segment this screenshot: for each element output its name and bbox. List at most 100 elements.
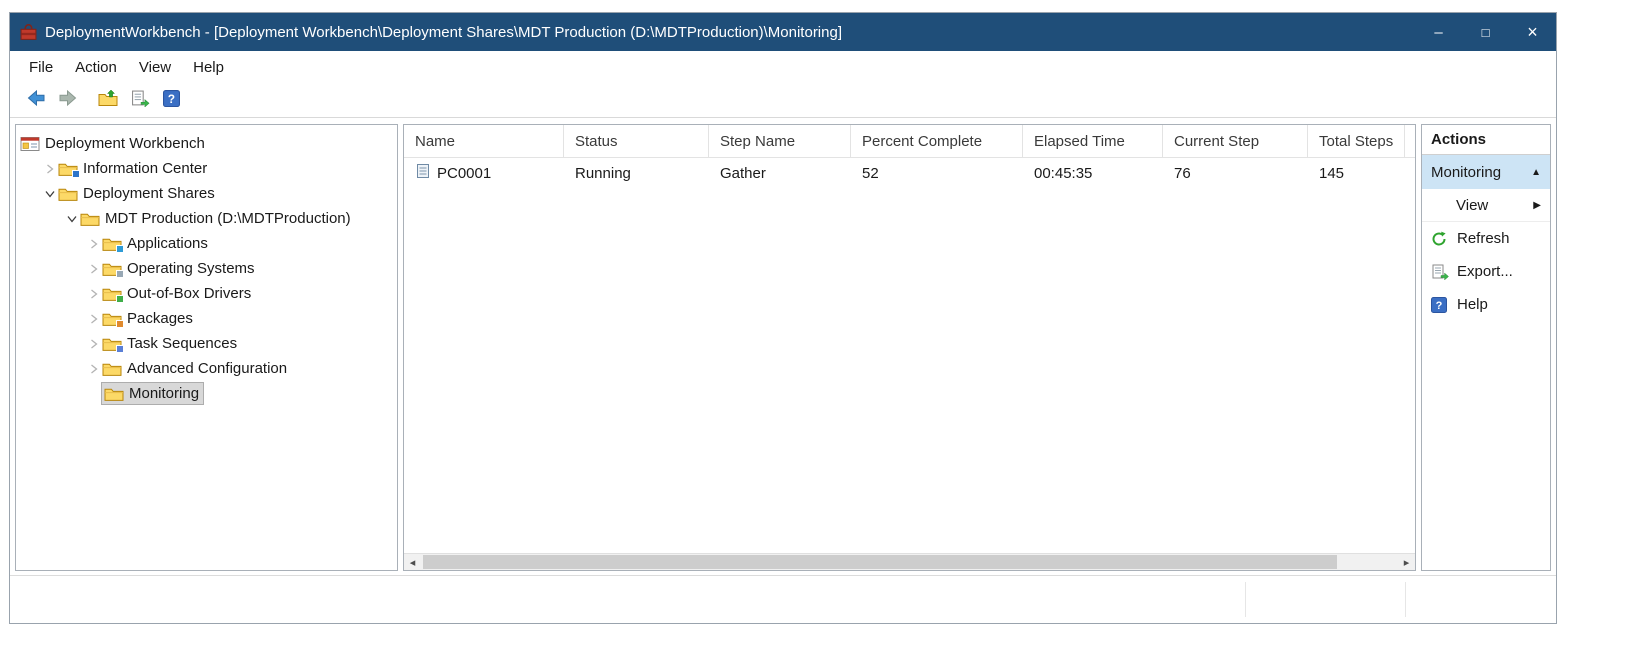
- back-icon: [26, 88, 46, 113]
- actions-group-monitoring[interactable]: Monitoring ▲: [1422, 155, 1550, 189]
- workbench-root-icon: [20, 136, 40, 152]
- menu-action[interactable]: Action: [64, 54, 128, 81]
- chevron-right-icon[interactable]: [85, 360, 102, 377]
- table-row[interactable]: PC0001 Running Gather 52 00:45:35 76 145: [404, 158, 1415, 188]
- action-help[interactable]: Help: [1422, 288, 1550, 321]
- forward-button[interactable]: [54, 87, 81, 114]
- tree-item-monitoring[interactable]: Monitoring: [16, 381, 397, 406]
- tree-item-advanced-configuration[interactable]: Advanced Configuration: [16, 356, 397, 381]
- window-title: DeploymentWorkbench - [Deployment Workbe…: [45, 24, 1415, 41]
- action-view[interactable]: View ▶: [1422, 189, 1550, 222]
- up-one-level-button[interactable]: [94, 87, 121, 114]
- cell-status: Running: [564, 165, 709, 182]
- column-header-current-step[interactable]: Current Step: [1163, 125, 1308, 157]
- scroll-left-icon[interactable]: ◂: [404, 554, 421, 570]
- tree-item-deployment-workbench[interactable]: Deployment Workbench: [16, 131, 397, 156]
- export-icon: [1431, 263, 1450, 280]
- packages-badge-icon: [116, 320, 124, 328]
- actions-pane-title: Actions: [1422, 125, 1550, 155]
- console-tree-pane: Deployment Workbench Information Center …: [15, 124, 398, 571]
- column-header-step-name[interactable]: Step Name: [709, 125, 851, 157]
- cell-percent-complete: 52: [851, 165, 1023, 182]
- tree-item-applications[interactable]: Applications: [16, 231, 397, 256]
- chevron-down-icon[interactable]: [63, 210, 80, 227]
- cell-step-name: Gather: [709, 165, 851, 182]
- list-body: PC0001 Running Gather 52 00:45:35 76 145: [404, 158, 1415, 553]
- window-controls: – □ ×: [1415, 13, 1556, 51]
- list-header: Name Status Step Name Percent Complete E…: [404, 125, 1415, 158]
- close-button[interactable]: ×: [1509, 13, 1556, 51]
- chevron-right-icon[interactable]: [85, 235, 102, 252]
- status-bar-divider: [1245, 582, 1246, 617]
- tree-item-deployment-shares[interactable]: Deployment Shares: [16, 181, 397, 206]
- action-refresh-label: Refresh: [1457, 230, 1510, 247]
- submenu-arrow-icon: ▶: [1533, 200, 1541, 211]
- cell-total-steps: 145: [1308, 165, 1405, 182]
- action-export-label: Export...: [1457, 263, 1513, 280]
- app-window: DeploymentWorkbench - [Deployment Workbe…: [9, 12, 1557, 624]
- horizontal-scrollbar[interactable]: ◂ ▸: [404, 553, 1415, 570]
- desktop-background: DeploymentWorkbench - [Deployment Workbe…: [0, 0, 1651, 655]
- help-button[interactable]: [158, 87, 185, 114]
- tree-item-operating-systems[interactable]: Operating Systems: [16, 256, 397, 281]
- chevron-right-icon[interactable]: [41, 160, 58, 177]
- chevron-right-icon[interactable]: [85, 285, 102, 302]
- action-help-label: Help: [1457, 296, 1488, 313]
- results-pane: Name Status Step Name Percent Complete E…: [403, 124, 1416, 571]
- status-bar: [10, 575, 1556, 623]
- action-export[interactable]: Export...: [1422, 255, 1550, 288]
- chevron-right-icon[interactable]: [85, 310, 102, 327]
- computer-report-icon: [415, 163, 431, 183]
- maximize-button[interactable]: □: [1462, 13, 1509, 51]
- task-sequences-badge-icon: [116, 345, 124, 353]
- actions-pane: Actions Monitoring ▲ View ▶ Refresh Expo…: [1421, 124, 1551, 571]
- status-bar-divider: [1405, 582, 1406, 617]
- menu-help[interactable]: Help: [182, 54, 235, 81]
- applications-folder-icon: [102, 236, 122, 252]
- minimize-icon: –: [1434, 24, 1442, 41]
- scrollbar-thumb[interactable]: [423, 555, 1337, 569]
- column-header-percent-complete[interactable]: Percent Complete: [851, 125, 1023, 157]
- column-header-elapsed-time[interactable]: Elapsed Time: [1023, 125, 1163, 157]
- toolbar: [10, 84, 1556, 118]
- app-icon: [20, 24, 37, 41]
- tree-item-task-sequences[interactable]: Task Sequences: [16, 331, 397, 356]
- tree-item-information-center[interactable]: Information Center: [16, 156, 397, 181]
- cell-elapsed-time: 00:45:35: [1023, 165, 1163, 182]
- tree-item-packages[interactable]: Packages: [16, 306, 397, 331]
- back-button[interactable]: [22, 87, 49, 114]
- column-header-name[interactable]: Name: [404, 125, 564, 157]
- forward-icon: [58, 88, 78, 113]
- refresh-icon: [1431, 230, 1450, 247]
- task-sequences-folder-icon: [102, 336, 122, 352]
- menu-file[interactable]: File: [18, 54, 64, 81]
- information-center-icon: [58, 161, 78, 177]
- cell-current-step: 76: [1163, 165, 1308, 182]
- close-icon: ×: [1527, 22, 1538, 43]
- chevron-down-icon[interactable]: [41, 185, 58, 202]
- action-refresh[interactable]: Refresh: [1422, 222, 1550, 255]
- export-button[interactable]: [126, 87, 153, 114]
- maximize-icon: □: [1482, 25, 1490, 40]
- applications-badge-icon: [116, 245, 124, 253]
- menu-view[interactable]: View: [128, 54, 182, 81]
- minimize-button[interactable]: –: [1415, 13, 1462, 51]
- help-icon: [163, 90, 180, 112]
- chevron-right-icon[interactable]: [85, 335, 102, 352]
- expander-placeholder: [85, 385, 102, 402]
- main-content: Deployment Workbench Information Center …: [10, 118, 1556, 575]
- operating-systems-badge-icon: [116, 270, 124, 278]
- scroll-right-icon[interactable]: ▸: [1398, 554, 1415, 570]
- collapse-group-icon[interactable]: ▲: [1531, 167, 1541, 178]
- column-header-total-steps[interactable]: Total Steps: [1308, 125, 1405, 157]
- tree-item-out-of-box-drivers[interactable]: Out-of-Box Drivers: [16, 281, 397, 306]
- chevron-right-icon[interactable]: [85, 260, 102, 277]
- export-icon: [130, 90, 150, 112]
- cell-name: PC0001: [404, 163, 564, 183]
- action-view-label: View: [1456, 197, 1488, 214]
- tree-item-mdt-production[interactable]: MDT Production (D:\MDTProduction): [16, 206, 397, 231]
- packages-folder-icon: [102, 311, 122, 327]
- menu-bar: File Action View Help: [10, 51, 1556, 84]
- column-header-status[interactable]: Status: [564, 125, 709, 157]
- titlebar[interactable]: DeploymentWorkbench - [Deployment Workbe…: [10, 13, 1556, 51]
